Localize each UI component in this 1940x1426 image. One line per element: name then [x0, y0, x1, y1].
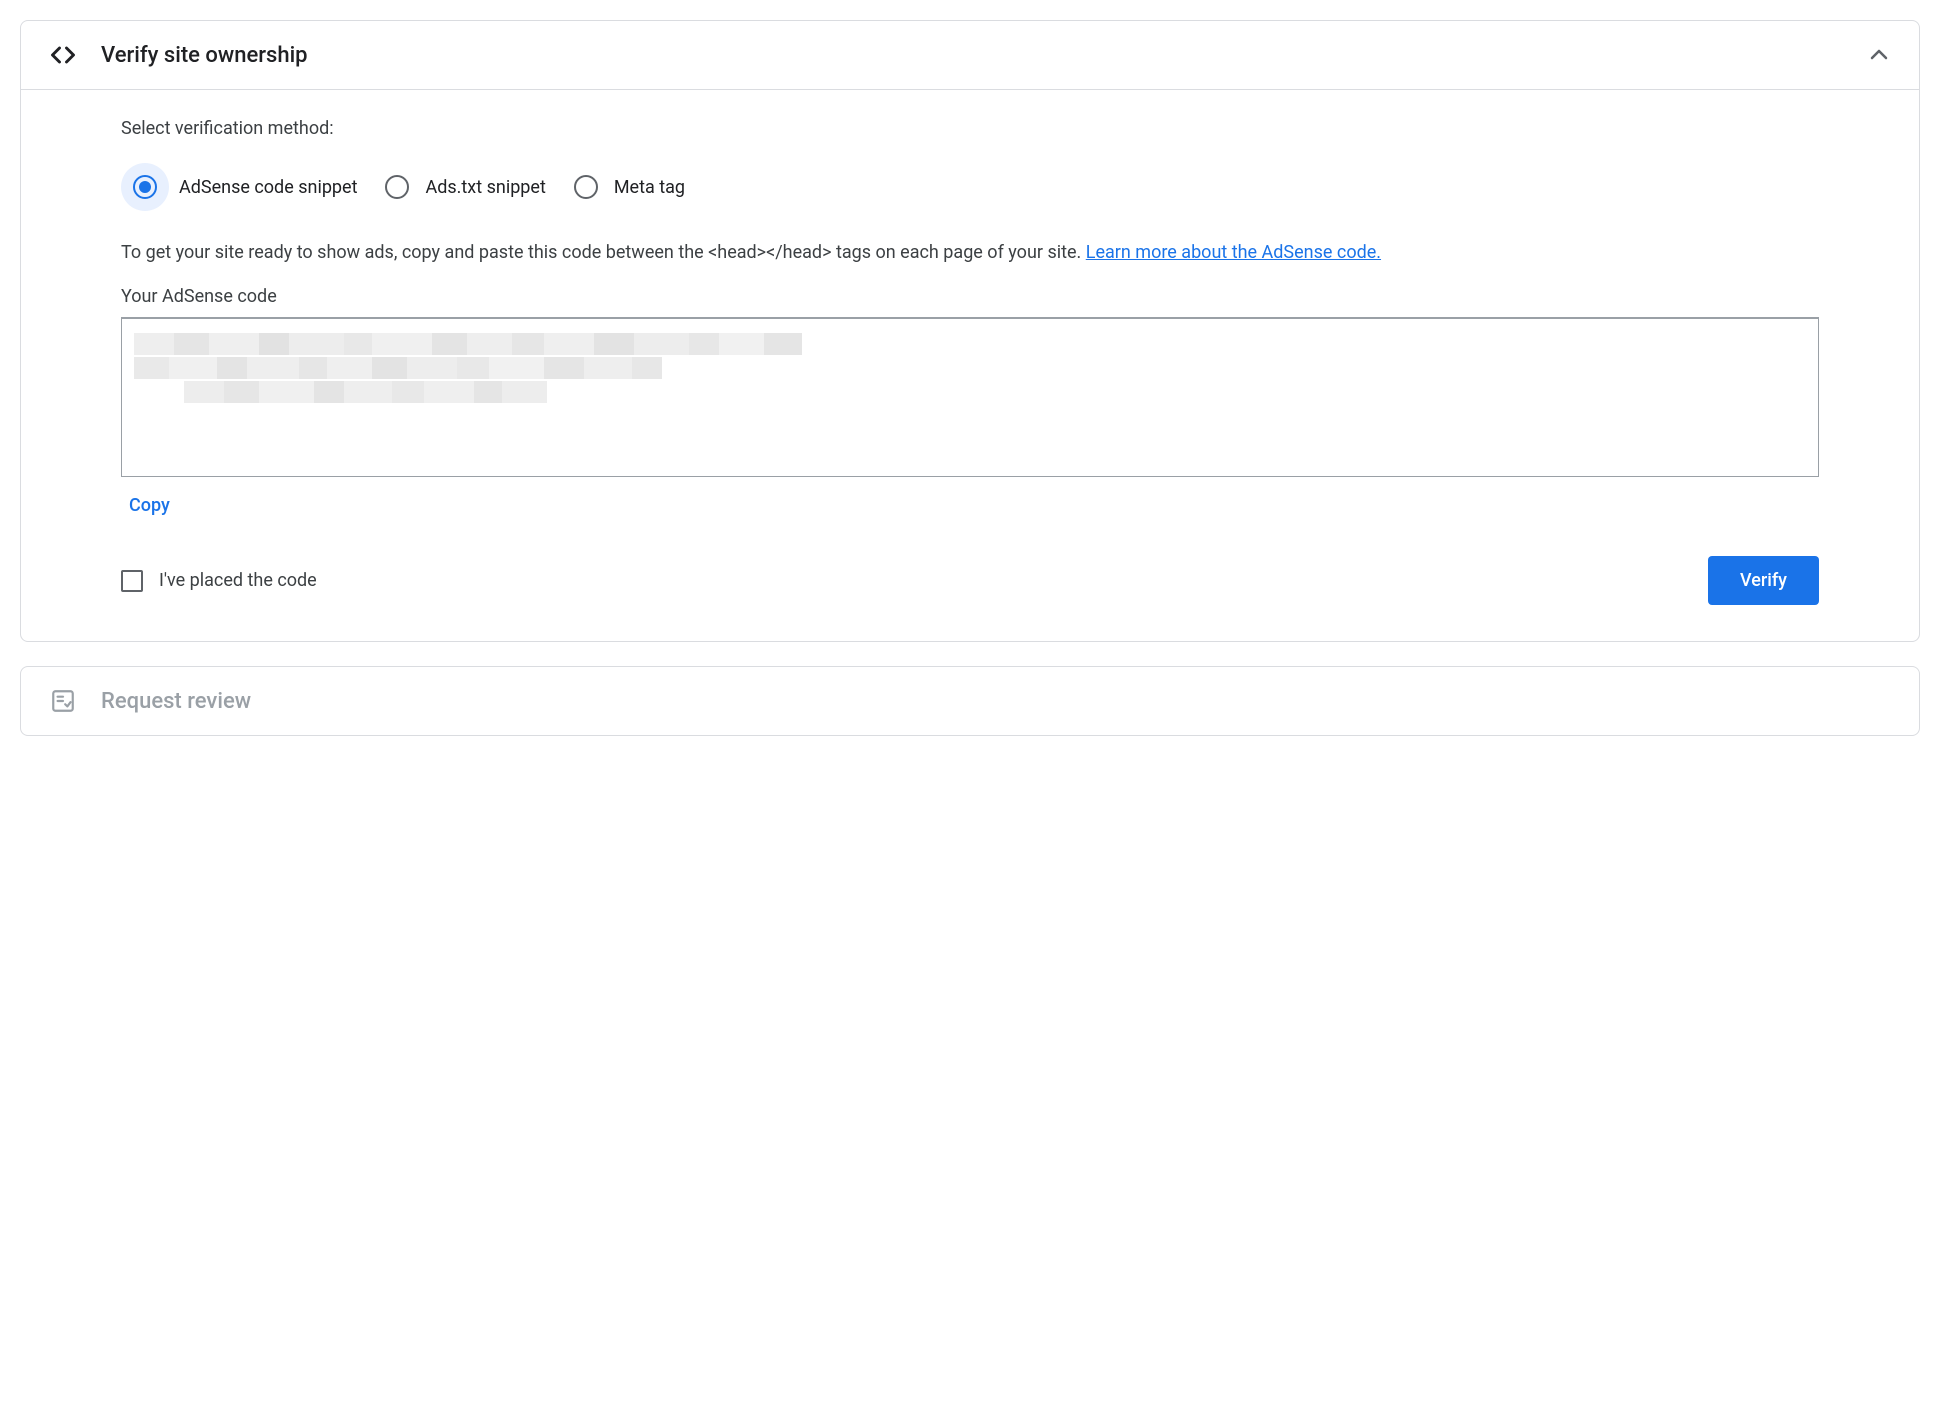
adsense-code-box[interactable] — [121, 317, 1819, 477]
verify-card-header[interactable]: Verify site ownership — [21, 21, 1919, 90]
footer-row: I've placed the code Verify — [121, 556, 1819, 605]
learn-more-link[interactable]: Learn more about the AdSense code. — [1086, 242, 1381, 263]
checklist-icon — [49, 687, 77, 715]
radio-circle-icon — [385, 175, 409, 199]
chevron-up-icon — [1867, 43, 1891, 67]
review-card-title: Request review — [101, 689, 1891, 714]
verify-card-body: Select verification method: AdSense code… — [21, 90, 1919, 641]
checkbox-icon — [121, 570, 143, 592]
redacted-code-placeholder — [134, 333, 1806, 403]
radio-label: AdSense code snippet — [179, 177, 357, 198]
instruction-text: To get your site ready to show ads, copy… — [121, 239, 1819, 266]
copy-button[interactable]: Copy — [121, 495, 170, 516]
request-review-card: Request review — [20, 666, 1920, 736]
code-icon — [49, 41, 77, 69]
code-label: Your AdSense code — [121, 286, 1819, 307]
radio-ads-txt-snippet[interactable]: Ads.txt snippet — [385, 175, 545, 199]
radio-circle-icon — [574, 175, 598, 199]
placed-code-checkbox[interactable]: I've placed the code — [121, 570, 317, 592]
review-card-header[interactable]: Request review — [21, 667, 1919, 735]
verify-card-title: Verify site ownership — [101, 43, 1867, 68]
method-label: Select verification method: — [121, 118, 1819, 139]
instruction-prefix: To get your site ready to show ads, copy… — [121, 242, 1086, 263]
verify-ownership-card: Verify site ownership Select verificatio… — [20, 20, 1920, 642]
radio-selected-halo — [121, 163, 169, 211]
radio-label: Ads.txt snippet — [425, 177, 545, 198]
radio-circle-icon — [133, 175, 157, 199]
radio-adsense-code-snippet[interactable]: AdSense code snippet — [121, 163, 357, 211]
checkbox-label: I've placed the code — [159, 570, 317, 591]
verification-method-radio-group: AdSense code snippet Ads.txt snippet Met… — [121, 163, 1819, 211]
radio-label: Meta tag — [614, 177, 685, 198]
radio-meta-tag[interactable]: Meta tag — [574, 175, 685, 199]
verify-button[interactable]: Verify — [1708, 556, 1819, 605]
